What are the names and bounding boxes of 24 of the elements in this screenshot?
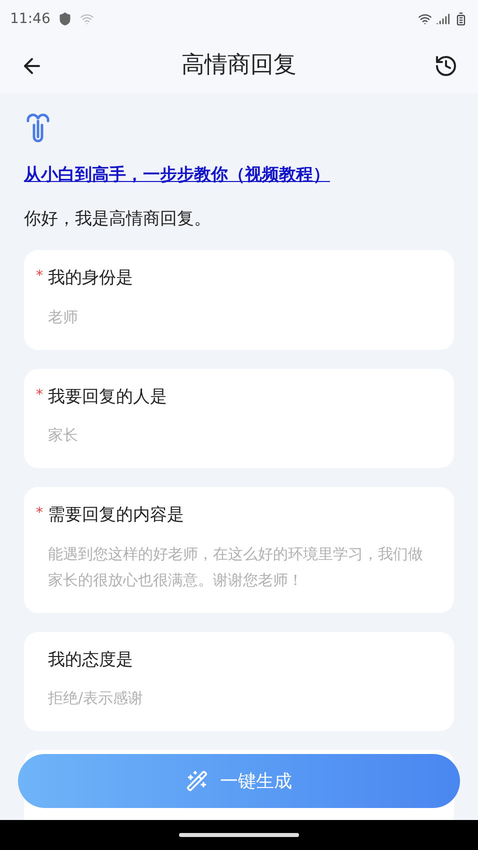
page-title: 高情商回复 [182, 51, 296, 80]
history-button[interactable] [434, 54, 458, 78]
greeting-text: 你好，我是高情商回复。 [24, 208, 212, 230]
input-field[interactable]: 老师 [48, 304, 430, 330]
field-label: 我要回复的人是 [48, 386, 167, 408]
required-mark: * [36, 504, 43, 523]
status-time: 11:46 [10, 10, 50, 28]
signal-icon [436, 12, 450, 26]
input-field[interactable]: 家长 [48, 422, 430, 448]
wifi-icon [418, 12, 432, 26]
field-label: 需要回复的内容是 [48, 504, 184, 527]
input-field[interactable]: 拒绝/表示感谢 [48, 685, 430, 711]
required-mark: * [36, 386, 43, 404]
input-field[interactable]: 能遇到您这样的好老师，在这么好的环境里学习，我们做家长的很放心也很满意。谢谢您老师！ [48, 540, 430, 592]
battery-icon [454, 12, 468, 26]
shield-icon [58, 12, 72, 26]
field-label: 我的态度是 [48, 648, 133, 672]
magic-wand-icon [186, 770, 208, 792]
wifi-icon [80, 12, 94, 26]
link-logo-icon [24, 113, 52, 143]
generate-button[interactable]: 一键生成 [18, 754, 460, 808]
tutorial-link[interactable]: 从小白到高手，一步步教你（视频教程） [24, 163, 454, 188]
field-label: 我的身份是 [48, 267, 133, 290]
required-mark: * [36, 267, 43, 286]
